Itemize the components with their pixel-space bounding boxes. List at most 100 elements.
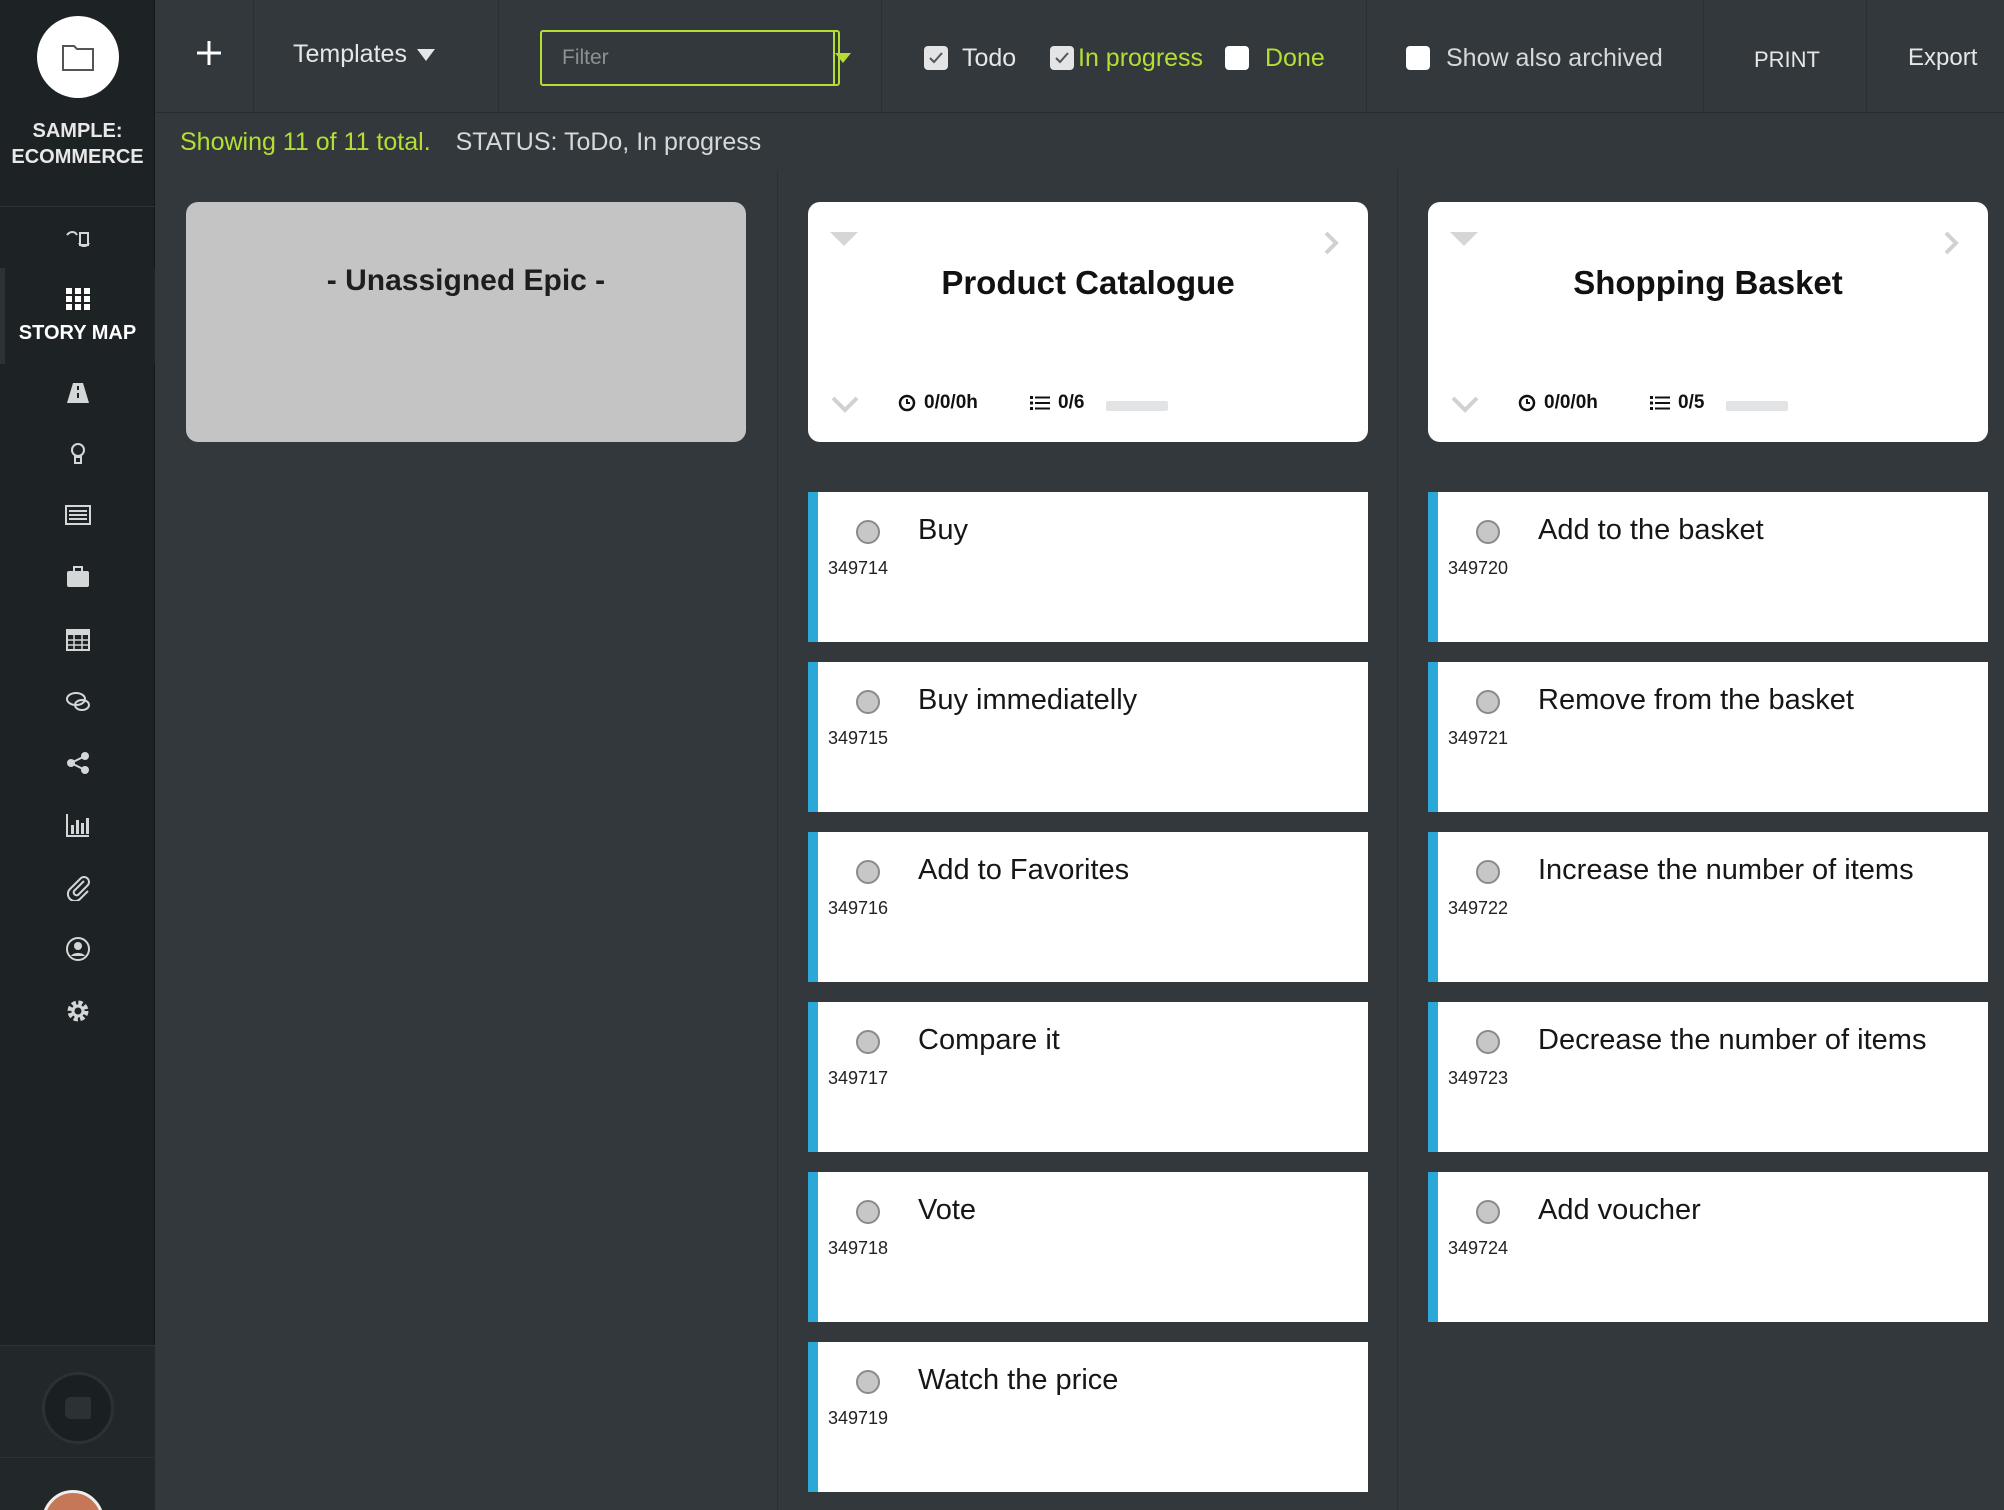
sidebar-item-backlog[interactable]: [0, 492, 155, 538]
in-progress-checkbox[interactable]: [1050, 46, 1074, 70]
story-card[interactable]: Buy 349714: [808, 492, 1368, 642]
sidebar-item-switch[interactable]: [0, 216, 155, 262]
filter-dropdown-button[interactable]: [833, 32, 851, 84]
sidebar-item-discussion[interactable]: [0, 678, 155, 724]
sidebar-item-attachments[interactable]: [0, 864, 155, 910]
paperclip-icon: [66, 876, 90, 901]
project-logo[interactable]: [37, 16, 119, 98]
toolbar-divider: [1866, 0, 1867, 113]
story-title: Vote: [918, 1194, 977, 1226]
sidebar-item-reports[interactable]: [0, 802, 155, 848]
story-card[interactable]: Add to the basket 349720: [1428, 492, 1988, 642]
story-id: 349723: [1448, 1068, 1509, 1088]
briefcase-icon: [66, 566, 89, 587]
column-divider: [1397, 170, 1398, 1510]
chevron-down-icon[interactable]: [1450, 394, 1480, 414]
story-title: Watch the price: [918, 1364, 1119, 1396]
story-card[interactable]: Add voucher 349724: [1428, 1172, 1988, 1322]
story-title: Add voucher: [1538, 1194, 1701, 1226]
clock-icon: [1518, 394, 1536, 412]
sidebar-item-users[interactable]: [0, 926, 155, 972]
story-card[interactable]: Increase the number of items 349722: [1428, 832, 1988, 982]
filter-input[interactable]: [542, 32, 833, 84]
column-divider: [777, 170, 778, 1510]
unassigned-epic-card[interactable]: - Unassigned Epic -: [186, 202, 746, 442]
showing-count: Showing 11 of 11 total.: [180, 128, 431, 156]
epic-card-product-catalogue[interactable]: Product Catalogue 0/0/0h 0/6: [808, 202, 1368, 442]
sidebar-item-calendar[interactable]: [0, 616, 155, 662]
status-dot-icon[interactable]: [1476, 1200, 1500, 1224]
story-card[interactable]: Add to Favorites 349716: [808, 832, 1368, 982]
story-title: Add to Favorites: [918, 854, 1130, 886]
sidebar-item-share[interactable]: [0, 740, 155, 786]
status-dot-icon[interactable]: [856, 1030, 880, 1054]
story-card[interactable]: Decrease the number of items 349723: [1428, 1002, 1988, 1152]
epic-progress-bar: [1726, 401, 1788, 411]
epic-card-shopping-basket[interactable]: Shopping Basket 0/0/0h 0/5: [1428, 202, 1988, 442]
done-checkbox[interactable]: [1225, 46, 1249, 70]
story-id: 349716: [828, 898, 889, 918]
lightbulb-icon: [70, 443, 85, 464]
sidebar-item-label: STORY MAP: [18, 322, 137, 344]
status-dot-icon[interactable]: [856, 520, 880, 544]
sidebar-item-ideas[interactable]: [0, 430, 155, 476]
story-card[interactable]: Vote 349718: [808, 1172, 1368, 1322]
project-name[interactable]: SAMPLE: ECOMMERCE: [0, 118, 155, 170]
epic-time-stat: 0/0/0h: [898, 392, 978, 414]
epic-time-stat: 0/0/0h: [1518, 392, 1598, 414]
story-card[interactable]: Remove from the basket 349721: [1428, 662, 1988, 812]
collapse-triangle-icon[interactable]: [830, 232, 858, 246]
story-card[interactable]: Watch the price 349719: [808, 1342, 1368, 1492]
story-id: 349714: [828, 558, 889, 578]
project-name-line1: SAMPLE:: [32, 120, 123, 142]
epic-progress-bar: [1106, 401, 1168, 411]
todo-label[interactable]: Todo: [962, 44, 1016, 73]
story-card[interactable]: Buy immediatelly 349715: [808, 662, 1368, 812]
sidebar-collapse-toggle[interactable]: [42, 1372, 114, 1444]
epic-tasks-stat: 0/5: [1650, 392, 1704, 414]
print-button[interactable]: PRINT: [1754, 47, 1820, 73]
chevron-right-icon[interactable]: [1316, 228, 1346, 258]
sidebar-item-roadmap[interactable]: [0, 370, 155, 416]
epic-tasks-value: 0/5: [1678, 392, 1705, 413]
status-dot-icon[interactable]: [1476, 520, 1500, 544]
chevron-right-icon[interactable]: [1936, 228, 1966, 258]
todo-checkbox[interactable]: [924, 46, 948, 70]
status-dot-icon[interactable]: [856, 690, 880, 714]
done-label[interactable]: Done: [1265, 44, 1325, 73]
caret-down-icon: [416, 48, 435, 61]
in-progress-label[interactable]: In progress: [1078, 44, 1203, 73]
story-title: Add to the basket: [1538, 514, 1764, 546]
sidebar-divider: [0, 206, 155, 207]
add-button[interactable]: [184, 28, 234, 78]
show-archived-label[interactable]: Show also archived: [1446, 44, 1663, 73]
epic-title: Product Catalogue: [941, 264, 1235, 301]
templates-dropdown[interactable]: Templates: [293, 40, 435, 69]
sidebar-item-projects[interactable]: [0, 554, 155, 600]
story-title: Buy: [918, 514, 968, 546]
status-dot-icon[interactable]: [1476, 1030, 1500, 1054]
sidebar-item-settings[interactable]: [0, 988, 155, 1034]
story-id: 349715: [828, 728, 889, 748]
status-dot-icon[interactable]: [856, 1370, 880, 1394]
chevron-down-icon[interactable]: [830, 394, 860, 414]
plus-icon: [197, 41, 221, 65]
status-dot-icon[interactable]: [1476, 690, 1500, 714]
sidebar-item-story-map[interactable]: [0, 276, 155, 322]
status-dot-icon[interactable]: [856, 1200, 880, 1224]
status-dot-icon[interactable]: [856, 860, 880, 884]
story-title: Increase the number of items: [1538, 854, 1914, 886]
export-button[interactable]: Export: [1908, 44, 1977, 72]
caret-down-icon: [835, 53, 851, 63]
epic-time-value: 0/0/0h: [1544, 392, 1598, 413]
story-card[interactable]: Compare it 349717: [808, 1002, 1368, 1152]
status-line: Showing 11 of 11 total. STATUS: ToDo, In…: [180, 128, 761, 157]
settings-gear-icon: [67, 1000, 88, 1022]
show-archived-checkbox[interactable]: [1406, 46, 1430, 70]
status-dot-icon[interactable]: [1476, 860, 1500, 884]
templates-label: Templates: [293, 40, 407, 68]
collapse-triangle-icon[interactable]: [1450, 232, 1478, 246]
epic-title: Shopping Basket: [1573, 264, 1843, 301]
epic-time-value: 0/0/0h: [924, 392, 978, 413]
folder-icon: [62, 45, 94, 71]
